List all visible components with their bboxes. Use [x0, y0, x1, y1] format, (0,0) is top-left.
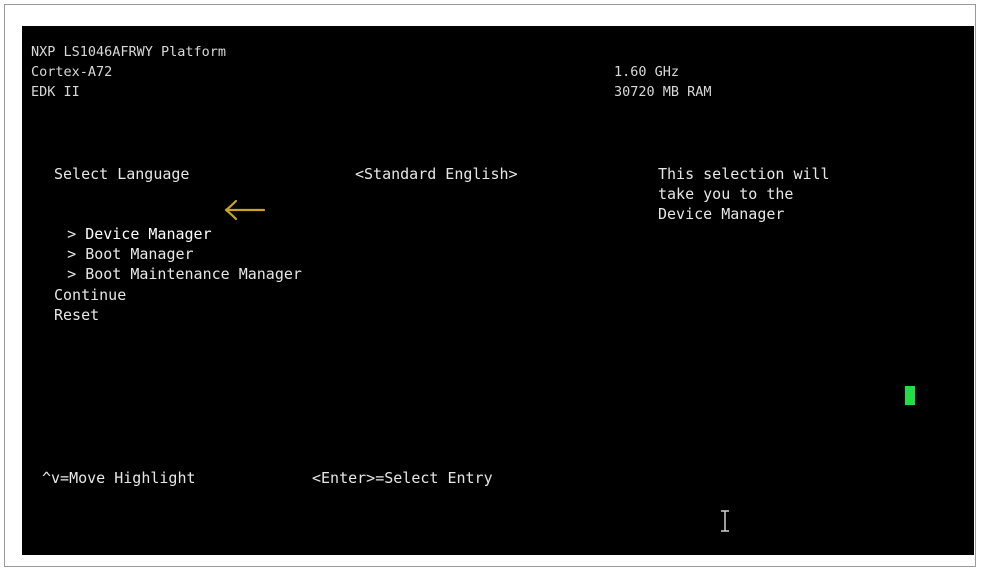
left-arrow-icon [224, 199, 266, 221]
help-text-line: This selection will [658, 165, 830, 183]
help-text-line: Device Manager [658, 205, 785, 223]
ibeam-cursor-icon [721, 510, 729, 532]
cpu-model: Cortex-A72 [31, 64, 113, 80]
firmware-name: EDK II [31, 84, 80, 100]
cpu-speed: 1.60 GHz [614, 64, 680, 80]
uefi-setup-screen: NXP LS1046AFRWY Platform Cortex-A72 EDK … [22, 26, 974, 555]
block-cursor-icon [905, 386, 915, 405]
memory-size: 30720 MB RAM [614, 84, 712, 100]
menu-item-label: Boot Maintenance Manager [85, 265, 302, 283]
continue-action[interactable]: Continue [54, 285, 126, 305]
language-value[interactable]: <Standard English> [355, 164, 518, 184]
select-entry-hint: <Enter>=Select Entry [312, 469, 493, 487]
move-highlight-hint: ^v=Move Highlight [42, 469, 196, 487]
help-text-line: take you to the [658, 185, 794, 203]
submenu-marker: > [67, 265, 77, 283]
platform-name: NXP LS1046AFRWY Platform [31, 44, 227, 60]
reset-action[interactable]: Reset [54, 305, 99, 325]
select-language-label: Select Language [54, 165, 190, 183]
